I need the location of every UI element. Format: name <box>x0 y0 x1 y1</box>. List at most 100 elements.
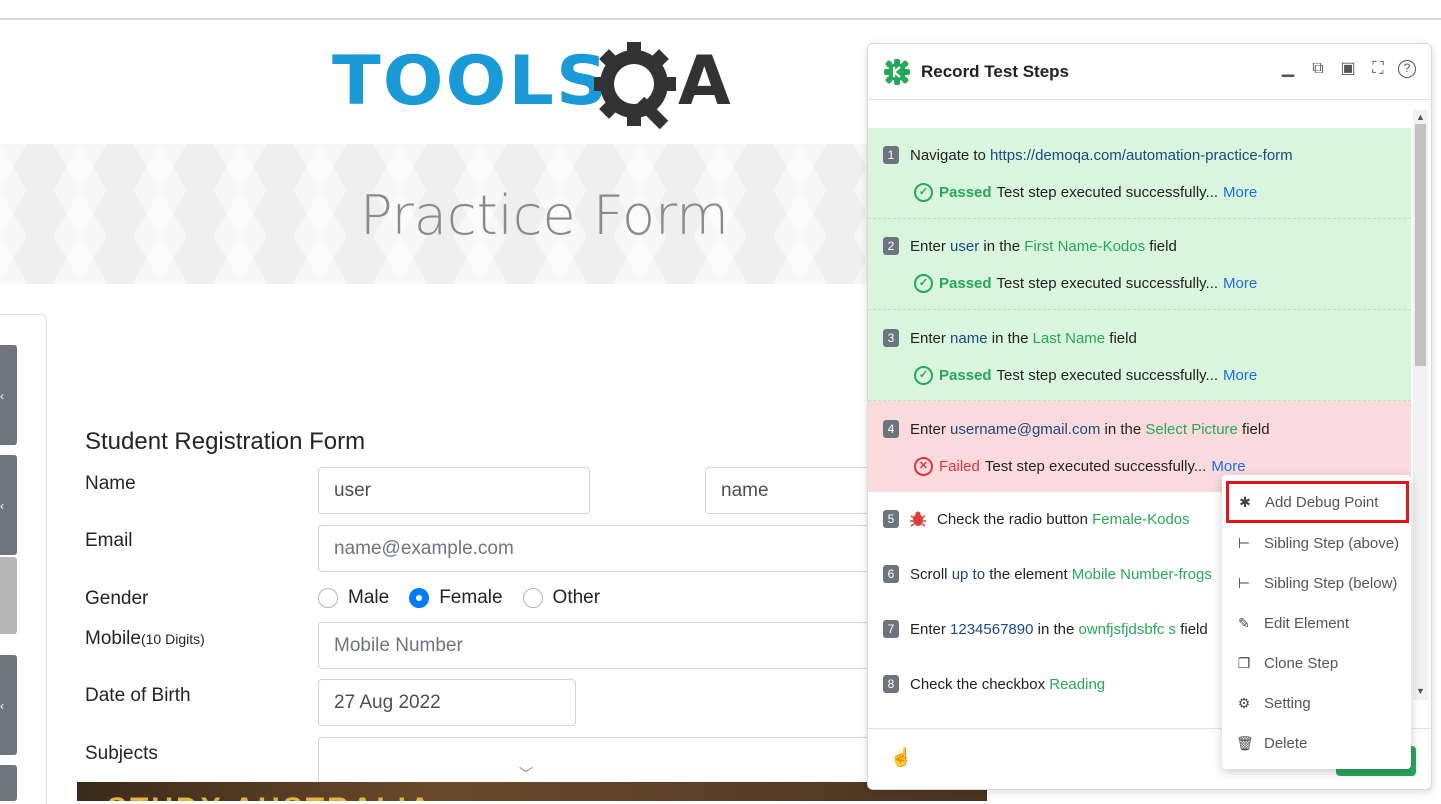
step-connector: the element <box>985 566 1072 583</box>
step-action: Navigate to <box>910 147 991 164</box>
email-input[interactable] <box>318 525 878 572</box>
menu-item-label: Add Debug Point <box>1265 493 1379 511</box>
chevron-icon: ‹ <box>0 389 4 403</box>
step-element: Reading <box>1049 676 1106 693</box>
radio-label: Male <box>348 587 390 608</box>
scrollbar-thumb[interactable] <box>1415 124 1426 366</box>
gear-q-icon <box>594 42 676 130</box>
dob-input[interactable] <box>318 679 576 726</box>
fullscreen-icon[interactable]: ⛶ <box>1368 59 1388 79</box>
menu-item-add-debug-point[interactable]: ✱ Add Debug Point <box>1226 481 1409 523</box>
gender-radio-group: Male Female Other <box>318 585 620 611</box>
page-title: Practice Form <box>360 184 729 247</box>
first-name-input[interactable] <box>318 467 590 514</box>
browser-top-edge <box>0 0 1441 20</box>
menu-item-edit-element[interactable]: ✎ Edit Element <box>1222 603 1411 643</box>
sidebar-tab-2[interactable]: ‹ <box>0 455 17 555</box>
step-action: Enter <box>910 238 951 255</box>
name-label: Name <box>85 473 136 494</box>
step-suffix: field <box>1105 330 1137 347</box>
mobile-label-text: Mobile <box>85 628 141 649</box>
menu-item-sibling-above[interactable]: ⊢ Sibling Step (above) <box>1222 523 1411 563</box>
step-connector: in the <box>1100 421 1146 438</box>
step-value: up to <box>951 566 986 583</box>
menu-item-label: Delete <box>1264 734 1308 752</box>
logo-a: A <box>678 42 731 121</box>
check-circle-icon: ✓ <box>914 183 933 202</box>
form-title: Student Registration Form <box>85 428 366 455</box>
status-label: Passed <box>939 184 992 201</box>
radio-male[interactable]: Male <box>318 587 389 609</box>
check-circle-icon: ✓ <box>914 366 933 385</box>
step-element: Female-Kodos <box>1092 511 1190 528</box>
step-action: Scroll <box>910 566 952 583</box>
radio-female[interactable]: Female <box>409 587 503 609</box>
dock-icon[interactable]: ⧉ <box>1308 59 1328 79</box>
step-status: ✓ Passed Test step executed successfully..… <box>914 274 1257 293</box>
step-text: Enter username@gmail.com in the Select P… <box>910 421 1270 438</box>
step-number: 4 <box>883 420 899 438</box>
ad-text: STUDY AUSTRALIA <box>107 792 434 801</box>
last-name-input[interactable] <box>705 467 880 514</box>
menu-item-label: Edit Element <box>1264 614 1350 632</box>
step-value: https://demoqa.com/automation-practice-f… <box>990 147 1293 164</box>
status-label: Failed <box>939 458 980 475</box>
step-row[interactable]: 1 Navigate to https://demoqa.com/automat… <box>868 128 1411 219</box>
help-icon[interactable]: ? <box>1398 60 1416 78</box>
step-connector: in the <box>979 238 1025 255</box>
subjects-input[interactable]: ﹀ <box>318 737 878 787</box>
step-suffix: field <box>1176 621 1208 638</box>
menu-item-setting[interactable]: ⚙ Setting <box>1222 683 1411 723</box>
radio-circle[interactable] <box>522 588 543 608</box>
ad-banner[interactable]: STUDY AUSTRALIA <box>77 782 987 801</box>
sidebar-tab-4[interactable]: ‹ <box>0 655 17 755</box>
more-link[interactable]: More <box>1223 275 1257 292</box>
step-number: 8 <box>883 675 899 693</box>
steps-scrollbar[interactable]: ▲ ▼ <box>1413 110 1428 700</box>
menu-item-label: Sibling Step (above) <box>1264 534 1400 552</box>
step-status: ✕ Failed Test step executed successfully..… <box>914 457 1246 476</box>
radio-circle[interactable] <box>318 588 338 608</box>
scroll-down-arrow[interactable]: ▼ <box>1416 686 1425 696</box>
check-circle-icon: ✓ <box>914 274 933 293</box>
kodos-logo-icon <box>884 59 910 85</box>
sidebar-tab-3[interactable] <box>0 557 17 634</box>
step-row[interactable]: 2 Enter user in the First Name-Kodos fie… <box>868 219 1411 310</box>
sibling-above-icon: ⊢ <box>1237 534 1251 551</box>
menu-item-sibling-below[interactable]: ⊢ Sibling Step (below) <box>1222 563 1411 603</box>
sidebar-tab-1[interactable]: ‹ <box>0 345 17 445</box>
step-element: First Name-Kodos <box>1024 238 1146 255</box>
toolsqa-logo[interactable]: TOOLS A <box>332 40 736 135</box>
status-message: Test step executed successfully... <box>984 458 1207 475</box>
minimize-icon[interactable]: ▁ <box>1278 59 1298 79</box>
sidebar-tab-5[interactable] <box>0 765 17 801</box>
status-message: Test step executed successfully... <box>996 367 1219 384</box>
window-icon[interactable]: ▣ <box>1338 59 1358 79</box>
gear-icon: ⚙ <box>1237 694 1251 711</box>
step-element: Select Picture <box>1145 421 1238 438</box>
hand-pointer-icon[interactable]: ☝ <box>890 747 912 768</box>
more-link[interactable]: More <box>1223 367 1257 384</box>
trash-icon: 🗑 <box>1236 734 1254 751</box>
chevron-icon: ‹ <box>0 699 4 713</box>
menu-item-clone-step[interactable]: ❐ Clone Step <box>1222 643 1411 683</box>
step-suffix: field <box>1145 238 1177 255</box>
radio-label: Other <box>552 587 601 608</box>
menu-item-label: Setting <box>1264 694 1311 712</box>
more-link[interactable]: More <box>1211 458 1245 475</box>
mobile-input[interactable] <box>318 622 878 669</box>
step-number: 2 <box>883 237 899 255</box>
step-status: ✓ Passed Test step executed successfully..… <box>914 183 1257 202</box>
more-link[interactable]: More <box>1223 184 1257 201</box>
step-text: Enter user in the First Name-Kodos field <box>910 238 1177 255</box>
edit-icon: ✎ <box>1238 614 1250 631</box>
scroll-up-arrow[interactable]: ▲ <box>1416 112 1425 122</box>
mobile-hint: (10 Digits) <box>140 631 205 647</box>
radio-circle-checked[interactable] <box>409 588 430 608</box>
radio-other[interactable]: Other <box>522 587 601 609</box>
menu-item-delete[interactable]: 🗑 Delete <box>1222 723 1411 763</box>
step-text: Scroll up to the element Mobile Number-f… <box>910 566 1212 583</box>
step-element: Mobile Number-frogs <box>1071 566 1212 583</box>
step-row[interactable]: 3 Enter name in the Last Name field ✓ Pas… <box>868 310 1411 401</box>
step-suffix: field <box>1237 421 1270 438</box>
